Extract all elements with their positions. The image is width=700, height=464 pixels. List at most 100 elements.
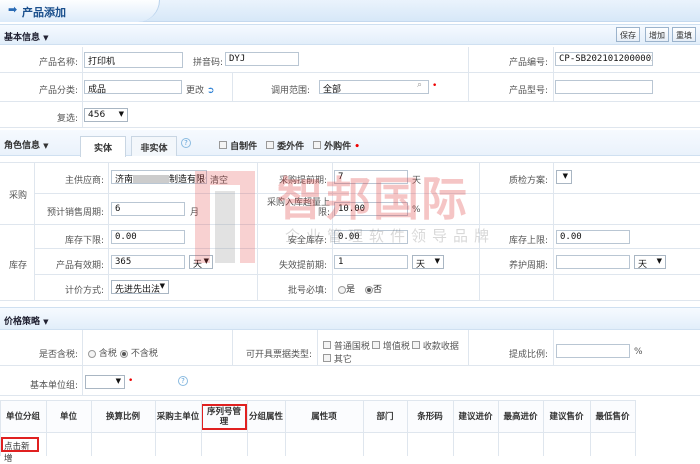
invoice-checkbox[interactable]: 普通国税: [323, 339, 370, 352]
invoice-checkbox[interactable]: 收款收据: [412, 339, 459, 352]
category-input[interactable]: 成品: [84, 80, 182, 94]
column-divider: [247, 400, 248, 456]
chevron-down-icon: ▼: [115, 377, 121, 385]
tax-no-radio[interactable]: 不含税: [120, 346, 158, 359]
divider: [468, 47, 469, 101]
section-price-strategy[interactable]: 价格策略 ▼: [0, 307, 700, 330]
stock-min-label: 库存下限:: [64, 236, 104, 246]
add-new-link[interactable]: 点击新增: [1, 437, 39, 464]
column-header: 最低售价: [595, 411, 630, 422]
supplier-label: 主供应商:: [64, 176, 104, 186]
caret-down-icon: ▼: [43, 318, 49, 326]
validity-input[interactable]: 365: [111, 255, 185, 269]
sales-cycle-input[interactable]: 6: [111, 202, 185, 216]
column-header: 属性项: [311, 411, 337, 422]
arrow-right-icon: ➡: [8, 3, 18, 16]
supplier-input[interactable]: 济南制造有限公司: [111, 170, 207, 184]
over-limit-input[interactable]: 10.00: [334, 202, 408, 216]
checkbox-purchased[interactable]: 外购件 •: [313, 139, 360, 152]
stock-min-input[interactable]: 0.00: [111, 230, 185, 244]
invoice-checkbox[interactable]: 增值税: [372, 339, 410, 352]
column-divider: [363, 400, 364, 456]
clear-link[interactable]: 清空: [210, 173, 228, 186]
checkbox-icon: [266, 141, 274, 149]
safety-stock-input[interactable]: 0.00: [334, 230, 408, 244]
lead-time-unit: 天: [412, 176, 422, 186]
column-header: 建议进价: [458, 411, 493, 422]
column-divider: [498, 400, 499, 456]
column-divider: [453, 400, 454, 456]
chevron-down-icon: ▼: [203, 257, 209, 265]
tab-physical[interactable]: 实体: [80, 136, 126, 157]
pinyin-label: 拼音码:: [193, 58, 224, 68]
product-name-input[interactable]: 打印机: [84, 52, 183, 68]
product-code-label: 产品编号:: [508, 58, 548, 68]
unit-group-select[interactable]: ▼: [85, 375, 125, 389]
chevron-down-icon: ▼: [434, 257, 440, 265]
expire-unit-select[interactable]: 天 ▼: [412, 255, 444, 270]
tab-product-add[interactable]: ➡ 产品添加: [0, 0, 160, 22]
divider: [553, 47, 554, 101]
column-divider: [201, 400, 202, 456]
pinyin-input[interactable]: DYJ: [225, 52, 299, 66]
divider: [0, 101, 700, 102]
checkbox-self-made[interactable]: 自制件: [219, 139, 257, 152]
reset-button[interactable]: 重填: [672, 27, 696, 42]
stock-max-input[interactable]: 0.00: [556, 230, 630, 244]
column-divider: [155, 400, 156, 456]
batch-yes-radio[interactable]: 是: [338, 282, 355, 295]
expire-lead-input[interactable]: 1: [334, 255, 408, 269]
column-divider: [285, 400, 286, 456]
column-divider: [543, 400, 544, 456]
qc-plan-select[interactable]: ▼: [556, 170, 572, 184]
column-divider: [590, 400, 591, 456]
tab-non-physical[interactable]: 非实体: [131, 136, 177, 156]
divider: [0, 72, 700, 73]
add-button[interactable]: 增加: [645, 27, 669, 42]
chevron-down-icon: ▼: [118, 110, 124, 118]
role-info-title[interactable]: 角色信息 ▼: [4, 138, 49, 151]
checkbox-icon: [219, 141, 227, 149]
chevron-down-icon: ▼: [159, 282, 165, 290]
required-mark: •: [432, 81, 438, 91]
change-link[interactable]: 更改 ➲: [186, 83, 214, 96]
lead-time-label: 采购提前期:: [278, 176, 327, 186]
invoice-checkbox[interactable]: 其它: [323, 352, 352, 365]
scope-input[interactable]: 全部: [319, 80, 429, 94]
maintenance-input[interactable]: [556, 255, 630, 269]
maintenance-unit-select[interactable]: 天 ▼: [634, 255, 666, 270]
product-name-label: 产品名称:: [38, 58, 78, 68]
arrow-circle-icon: ➲: [206, 86, 215, 96]
batch-required-label: 批号必填:: [287, 286, 327, 296]
pricing-method-label: 计价方式:: [64, 286, 104, 296]
caret-down-icon: ▼: [43, 34, 49, 42]
save-button[interactable]: 保存: [616, 27, 640, 42]
help-icon[interactable]: ?: [181, 138, 191, 148]
tax-yes-radio[interactable]: 含税: [88, 346, 117, 359]
column-header: 最高进价: [503, 411, 538, 422]
search-icon[interactable]: ⌕: [417, 80, 422, 90]
redacted-block: [133, 174, 170, 183]
chevron-down-icon: ▼: [562, 172, 568, 180]
help-icon[interactable]: ?: [178, 376, 188, 386]
unit-group-label: 基本单位组:: [29, 381, 78, 391]
lead-time-input[interactable]: 7: [334, 170, 408, 184]
column-divider: [407, 400, 408, 456]
validity-unit-select[interactable]: 天 ▼: [189, 255, 213, 270]
column-divider: [46, 400, 47, 456]
multi-select[interactable]: 456 ▼: [84, 108, 128, 122]
model-input[interactable]: [555, 80, 653, 94]
pricing-method-select[interactable]: 先进先出法 ▼: [111, 280, 169, 295]
stock-group-label: 库存: [9, 261, 28, 271]
over-limit-unit: %: [412, 205, 421, 215]
checkbox-outsourced[interactable]: 委外件: [266, 139, 304, 152]
expire-lead-label: 失效提前期:: [278, 261, 327, 271]
section-basic-info[interactable]: 基本信息 ▼: [0, 24, 700, 45]
required-mark: •: [128, 376, 134, 386]
commission-input[interactable]: [556, 344, 630, 358]
product-code-input[interactable]: CP-SB2021012000002: [555, 52, 653, 66]
batch-no-radio[interactable]: 否: [365, 282, 382, 295]
qc-plan-label: 质检方案:: [508, 176, 548, 186]
sales-cycle-label: 预计销售周期:: [46, 208, 104, 218]
caret-down-icon: ▼: [43, 142, 49, 150]
